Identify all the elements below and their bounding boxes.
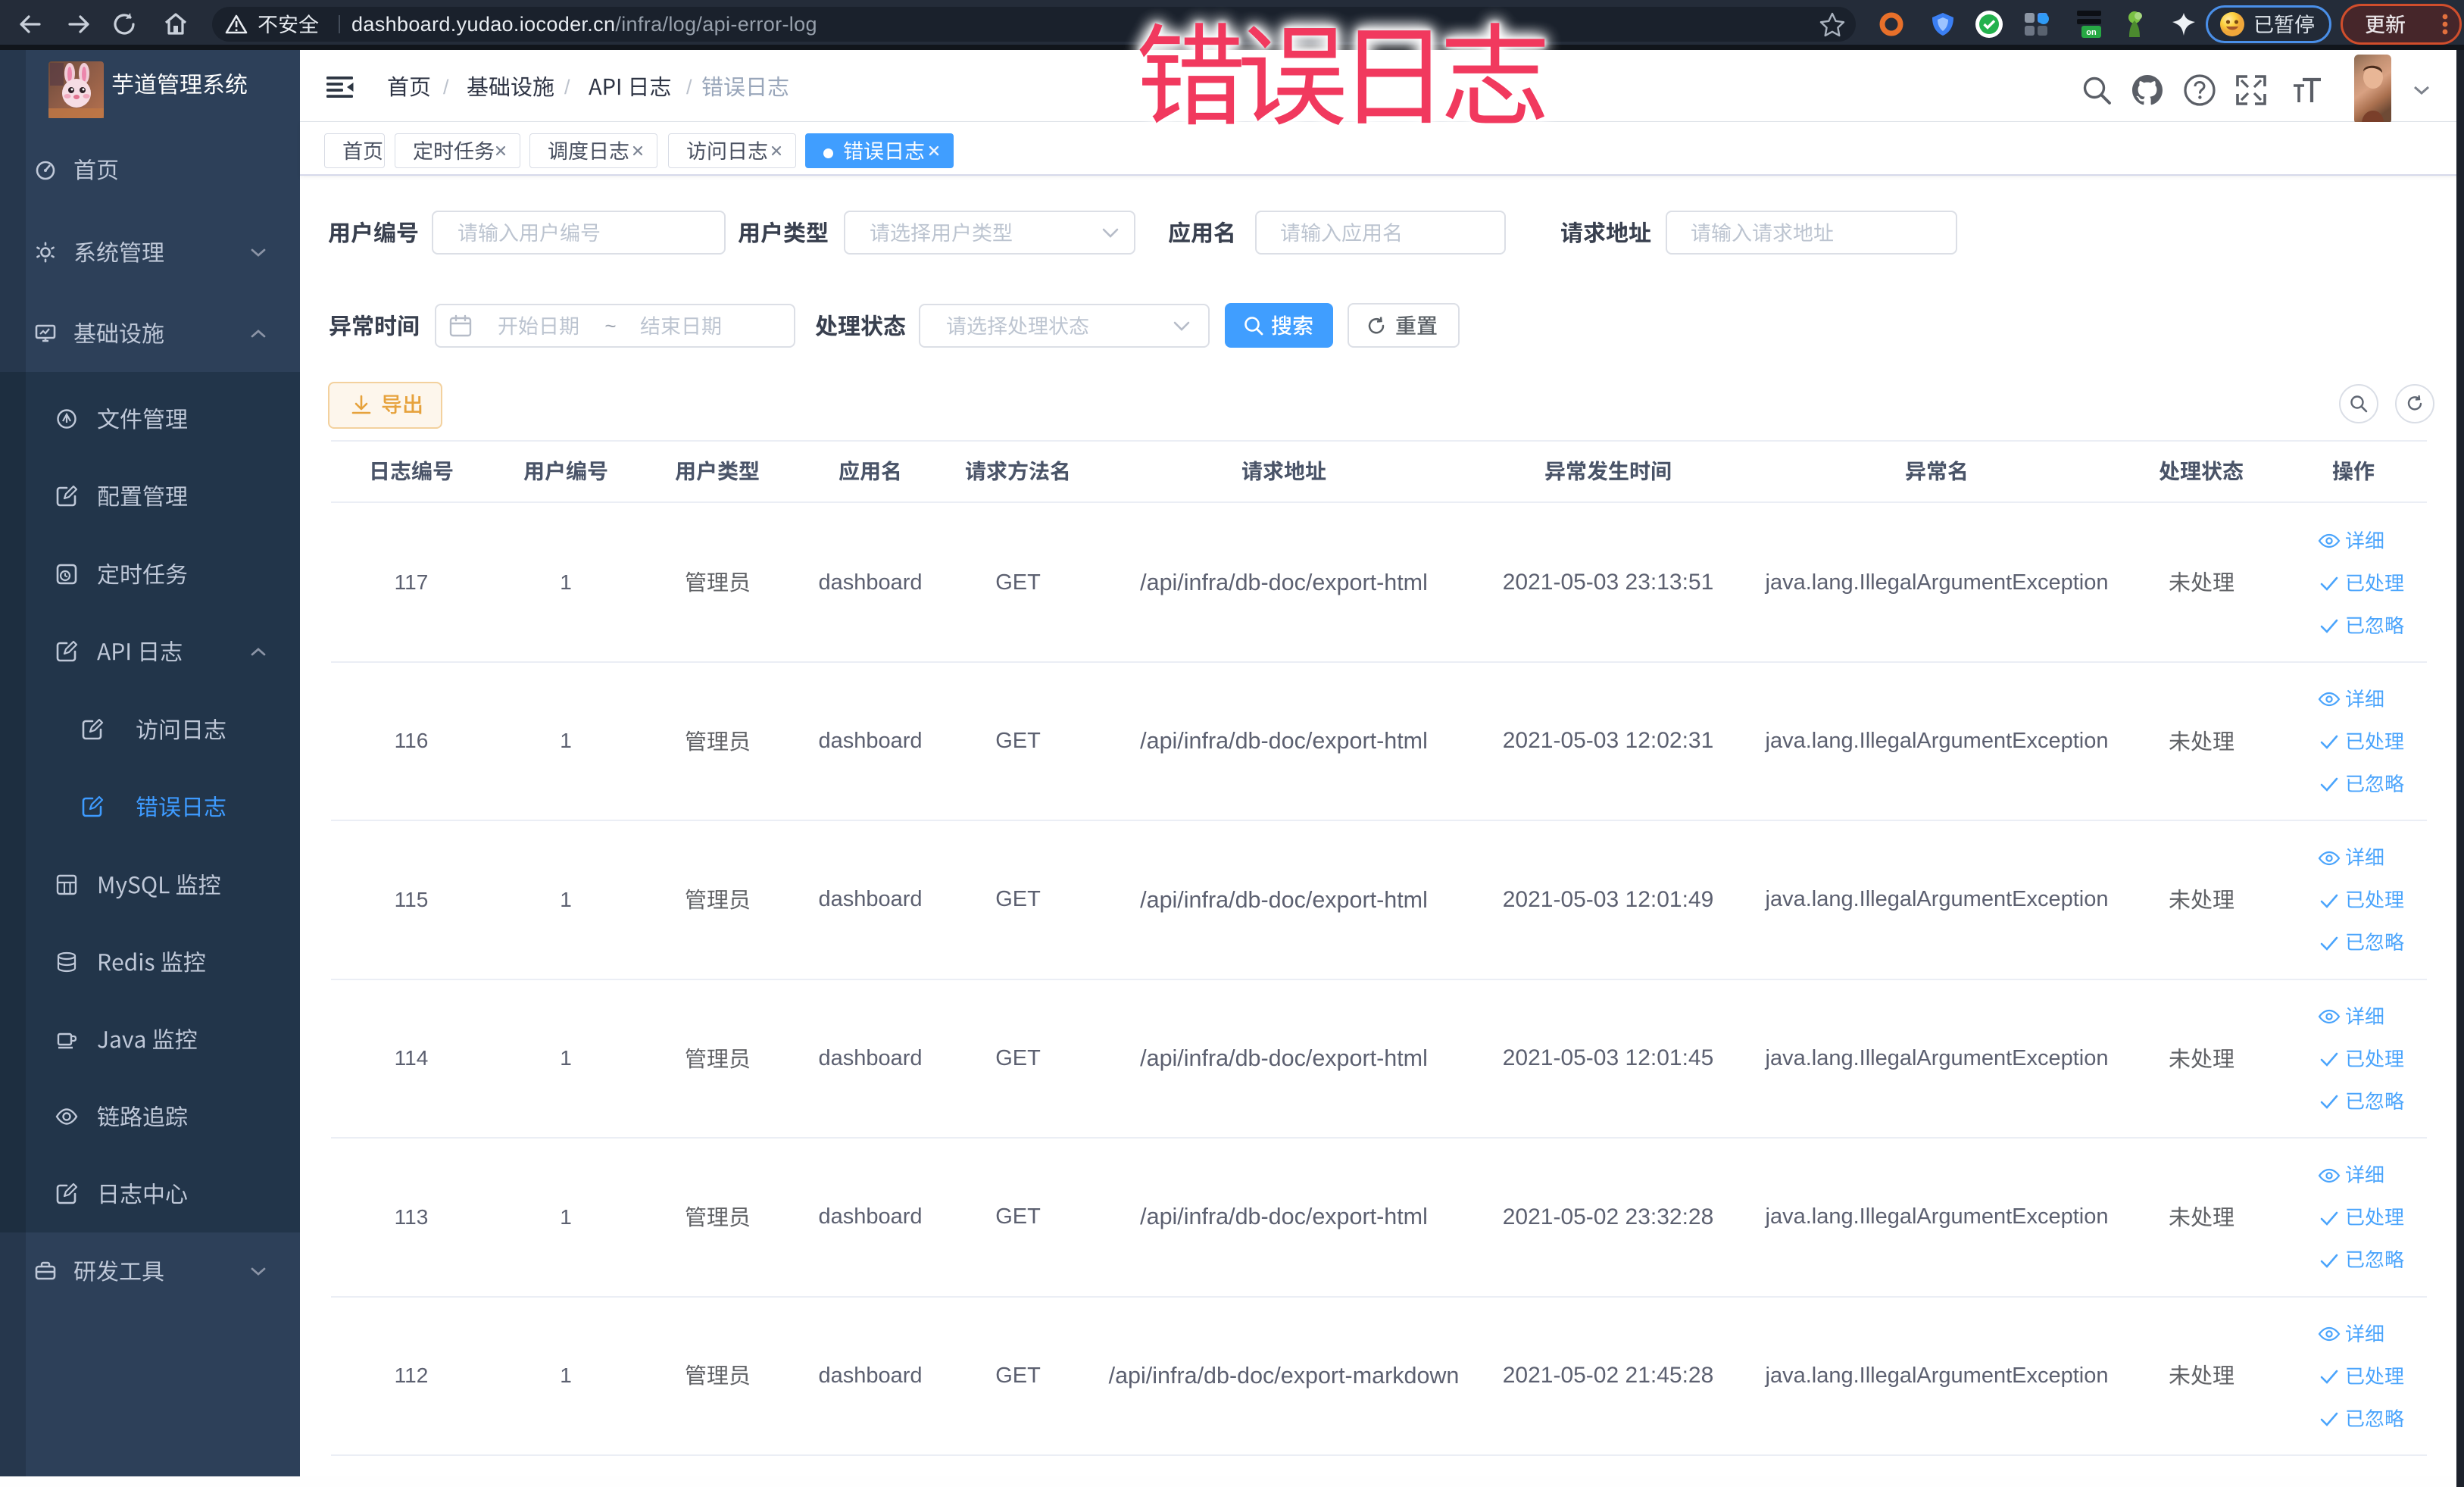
svg-text:on: on	[2086, 28, 2097, 37]
